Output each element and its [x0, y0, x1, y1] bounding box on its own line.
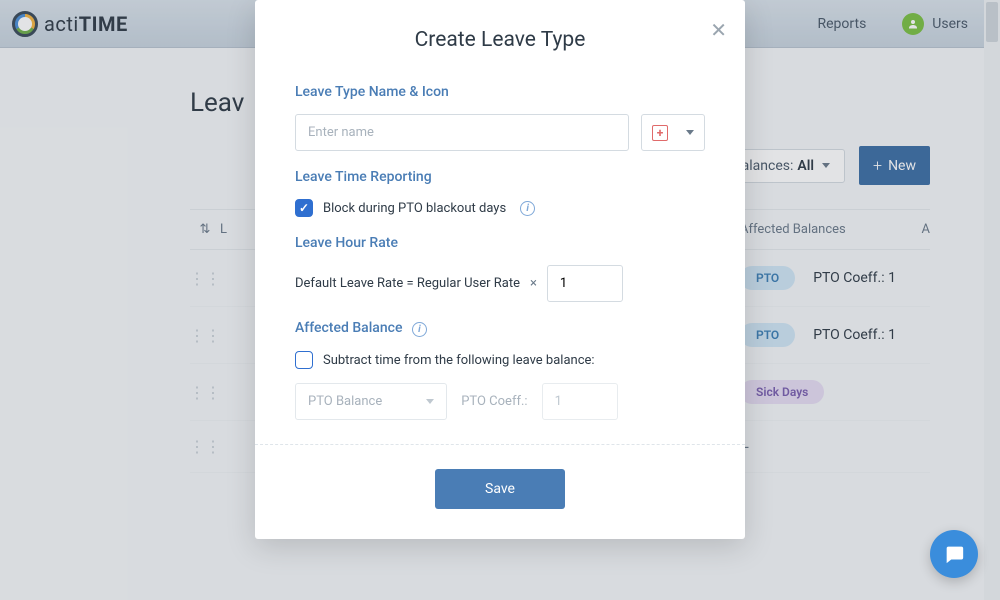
create-leave-type-modal: ✕ Create Leave Type Leave Type Name & Ic… [255, 0, 745, 539]
modal-title: Create Leave Type [255, 0, 745, 60]
info-icon[interactable]: i [520, 201, 535, 216]
chevron-down-icon [686, 130, 694, 135]
leave-type-name-input[interactable] [295, 114, 629, 151]
subtract-balance-label: Subtract time from the following leave b… [323, 353, 595, 368]
leave-type-icon-select[interactable]: + [641, 114, 705, 151]
subtract-balance-checkbox[interactable] [295, 351, 313, 369]
balance-select[interactable]: PTO Balance [295, 383, 447, 420]
multiply-symbol: × [530, 276, 537, 291]
rate-multiplier-input[interactable] [547, 265, 623, 302]
medical-plus-icon: + [652, 125, 668, 141]
block-blackout-checkbox[interactable] [295, 199, 313, 217]
section-hour-rate: Leave Hour Rate [295, 235, 705, 251]
section-time-reporting: Leave Time Reporting [295, 169, 705, 185]
chat-support-button[interactable] [930, 530, 978, 578]
info-icon[interactable]: i [412, 322, 427, 337]
close-icon: ✕ [710, 18, 727, 42]
pto-coeff-input[interactable] [542, 383, 618, 420]
block-blackout-label: Block during PTO blackout days [323, 201, 506, 216]
modal-overlay[interactable]: ✕ Create Leave Type Leave Type Name & Ic… [0, 0, 1000, 600]
section-name-icon: Leave Type Name & Icon [295, 84, 705, 100]
save-button[interactable]: Save [435, 469, 565, 509]
rate-formula-label: Default Leave Rate = Regular User Rate [295, 276, 520, 291]
section-affected-balance: Affected Balance i [295, 320, 705, 337]
chevron-down-icon [426, 399, 434, 404]
balance-select-value: PTO Balance [308, 394, 382, 409]
pto-coeff-label: PTO Coeff.: [461, 394, 527, 409]
close-button[interactable]: ✕ [710, 18, 727, 42]
chat-icon [943, 543, 965, 565]
